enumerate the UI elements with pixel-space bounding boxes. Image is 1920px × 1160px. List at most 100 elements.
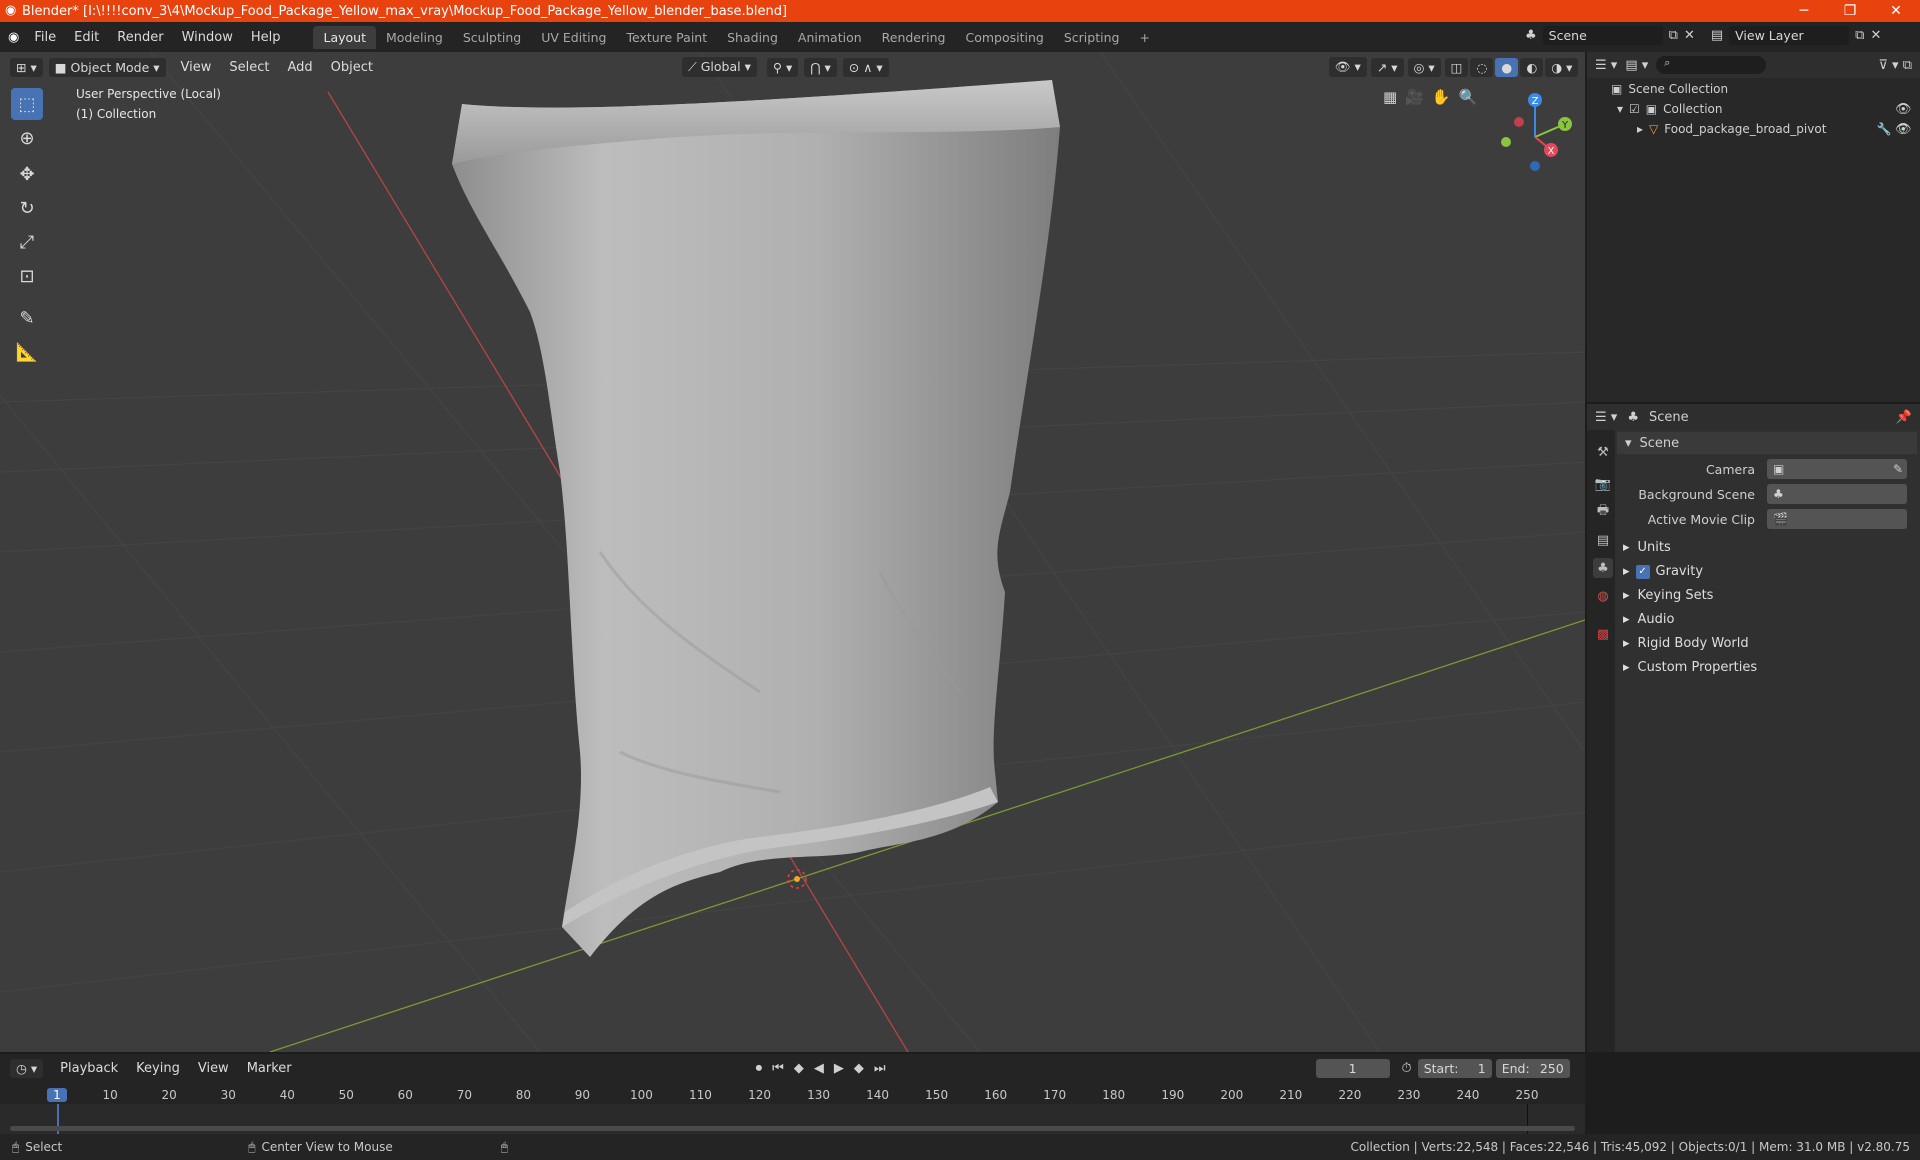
custom-properties-section[interactable]: ▸ Custom Properties: [1623, 660, 1757, 675]
transform-orientation-dropdown[interactable]: ⟋ Global ▾: [682, 57, 757, 77]
3d-viewport[interactable]: ⊞ ▾ ■ Object Mode ▾ View Select Add Obje…: [0, 52, 1585, 1052]
tab-rendering[interactable]: Rendering: [872, 26, 956, 49]
overlay-toggle-icon[interactable]: ◎ ▾: [1407, 57, 1441, 77]
timeline-menu-view[interactable]: View: [189, 1061, 238, 1076]
view-layer-tab-icon[interactable]: ▤: [1593, 530, 1613, 550]
snap-icon[interactable]: ⋂ ▾: [804, 57, 837, 77]
frame-ruler[interactable]: 1 10 20 30 40 50 60 70 80 90 100 110 120 130 140 150 160…: [0, 1082, 1585, 1104]
transform-tool-icon[interactable]: ⊡: [11, 260, 43, 292]
current-frame-marker[interactable]: 1: [47, 1088, 67, 1102]
start-frame-field[interactable]: Start: 1: [1417, 1058, 1492, 1078]
menu-file[interactable]: File: [25, 30, 65, 45]
texture-tab-icon[interactable]: ▩: [1593, 624, 1613, 644]
material-shading-icon[interactable]: ◐: [1520, 57, 1544, 77]
filter-icon[interactable]: ⊽ ▾ ⧉: [1878, 58, 1912, 73]
viewport-menu-add[interactable]: Add: [279, 60, 322, 75]
collapse-arrow-icon[interactable]: ▾: [1617, 102, 1623, 116]
tab-uv-editing[interactable]: UV Editing: [531, 26, 616, 49]
outliner-row-scene-collection[interactable]: ▣ Scene Collection: [1611, 82, 1728, 96]
outliner-row-object[interactable]: ▸ ▽ Food_package_broad_pivot 🔧 ▽: [1637, 122, 1907, 136]
timeline-menu-playback[interactable]: Playback: [51, 1061, 127, 1076]
pivot-point-icon[interactable]: ⚲ ▾: [766, 57, 799, 77]
next-keyframe-icon[interactable]: ◆: [854, 1061, 864, 1076]
timeline-menu-keying[interactable]: Keying: [127, 1061, 189, 1076]
timeline-editor-type-icon[interactable]: ◷ ▾: [10, 1058, 44, 1078]
output-tab-icon[interactable]: 🖶: [1593, 502, 1613, 522]
gizmo-toggle-icon[interactable]: ↗ ▾: [1370, 57, 1404, 77]
rigid-body-world-section[interactable]: ▸ Rigid Body World: [1623, 636, 1749, 651]
viewport-menu-view[interactable]: View: [172, 60, 221, 75]
delete-view-layer-icon[interactable]: ✕: [1870, 28, 1881, 43]
clock-icon[interactable]: ⏱: [1402, 1061, 1412, 1076]
proportional-edit-icon[interactable]: ⊙ ∧ ▾: [842, 57, 889, 77]
current-frame-field[interactable]: 1: [1315, 1058, 1390, 1078]
rendered-shading-icon[interactable]: ◑ ▾: [1545, 57, 1579, 77]
grid-view-icon[interactable]: ▦: [1383, 88, 1397, 106]
scene-selector[interactable]: Scene: [1542, 26, 1663, 45]
tab-shading[interactable]: Shading: [717, 26, 788, 49]
menu-help[interactable]: Help: [242, 30, 290, 45]
play-icon[interactable]: ▶: [834, 1061, 844, 1076]
view-layer-selector[interactable]: View Layer: [1729, 26, 1850, 45]
play-reverse-icon[interactable]: ◀: [814, 1061, 824, 1076]
audio-section[interactable]: ▸ Audio: [1623, 612, 1674, 627]
new-scene-icon[interactable]: ⧉: [1669, 28, 1678, 43]
delete-scene-icon[interactable]: ✕: [1684, 28, 1695, 43]
gizmo-neg-z-icon[interactable]: [1530, 161, 1540, 171]
gravity-section[interactable]: ▸ ✓ Gravity: [1623, 564, 1703, 579]
pin-icon[interactable]: 📌: [1896, 410, 1912, 425]
expand-arrow-icon[interactable]: ▸: [1637, 122, 1643, 136]
scene-panel-header[interactable]: ▾ Scene: [1617, 432, 1917, 454]
xray-icon[interactable]: ◫: [1444, 57, 1469, 77]
tab-animation[interactable]: Animation: [788, 26, 872, 49]
viewport-menu-select[interactable]: Select: [220, 60, 278, 75]
view-layer-icon[interactable]: ▤: [1711, 28, 1723, 43]
navigation-gizmo[interactable]: Z Y X: [1490, 82, 1580, 182]
background-scene-field[interactable]: ♣: [1767, 484, 1907, 504]
object-mode-dropdown[interactable]: ■ Object Mode ▾: [48, 57, 166, 77]
menu-window[interactable]: Window: [173, 30, 242, 45]
world-tab-icon[interactable]: ◍: [1593, 586, 1613, 606]
add-workspace-button[interactable]: +: [1129, 26, 1159, 49]
modifier-icon[interactable]: 🔧: [1877, 122, 1892, 136]
tab-sculpting[interactable]: Sculpting: [453, 26, 531, 49]
tool-tab-icon[interactable]: ⚒: [1593, 442, 1613, 462]
minimize-icon[interactable]: ─: [1781, 0, 1827, 22]
tab-scripting[interactable]: Scripting: [1054, 26, 1130, 49]
menu-edit[interactable]: Edit: [65, 30, 108, 45]
measure-tool-icon[interactable]: 📐: [11, 336, 43, 368]
collection-checkbox[interactable]: ☑: [1629, 102, 1640, 116]
jump-start-icon[interactable]: ⏮: [772, 1061, 784, 1076]
outliner-search-input[interactable]: ⌕: [1656, 56, 1767, 74]
timeline-menu-marker[interactable]: Marker: [238, 1061, 301, 1076]
rotate-tool-icon[interactable]: ↻: [11, 192, 43, 224]
camera-view-icon[interactable]: 🎥: [1405, 88, 1424, 106]
render-tab-icon[interactable]: 📷: [1593, 474, 1613, 494]
visibility-icon[interactable]: 👁 ▾: [1328, 57, 1367, 77]
timeline-track-area[interactable]: [0, 1104, 1585, 1134]
object-visibility-icon[interactable]: 👁: [1895, 122, 1912, 137]
gravity-checkbox[interactable]: ✓: [1635, 564, 1650, 579]
viewport-scene[interactable]: [0, 52, 1585, 1052]
jump-end-icon[interactable]: ⏭: [874, 1061, 886, 1076]
blender-menu-icon[interactable]: ◉: [8, 30, 19, 45]
menu-render[interactable]: Render: [108, 30, 172, 45]
annotate-tool-icon[interactable]: ✎: [11, 302, 43, 334]
move-tool-icon[interactable]: ✥: [11, 158, 43, 190]
tab-modeling[interactable]: Modeling: [376, 26, 453, 49]
units-section[interactable]: ▸ Units: [1623, 540, 1671, 555]
scene-tab-icon[interactable]: ♣: [1593, 558, 1613, 578]
tab-texture-paint[interactable]: Texture Paint: [616, 26, 717, 49]
outliner-editor-type-icon[interactable]: ☰ ▾: [1595, 58, 1617, 73]
gizmo-neg-y-icon[interactable]: [1501, 137, 1511, 147]
viewport-menu-object[interactable]: Object: [322, 60, 382, 75]
zoom-icon[interactable]: 🔍: [1459, 88, 1478, 106]
collection-visibility-icon[interactable]: 👁: [1895, 102, 1912, 117]
timeline-scrollbar[interactable]: [10, 1126, 1575, 1131]
cursor-tool-icon[interactable]: ⊕: [11, 122, 43, 154]
tab-layout[interactable]: Layout: [313, 25, 376, 49]
maximize-icon[interactable]: ❐: [1827, 0, 1873, 22]
end-frame-field[interactable]: End: 250: [1495, 1058, 1570, 1078]
editor-type-icon[interactable]: ⊞ ▾: [10, 57, 43, 77]
properties-editor-type-icon[interactable]: ☰ ▾: [1595, 410, 1617, 425]
